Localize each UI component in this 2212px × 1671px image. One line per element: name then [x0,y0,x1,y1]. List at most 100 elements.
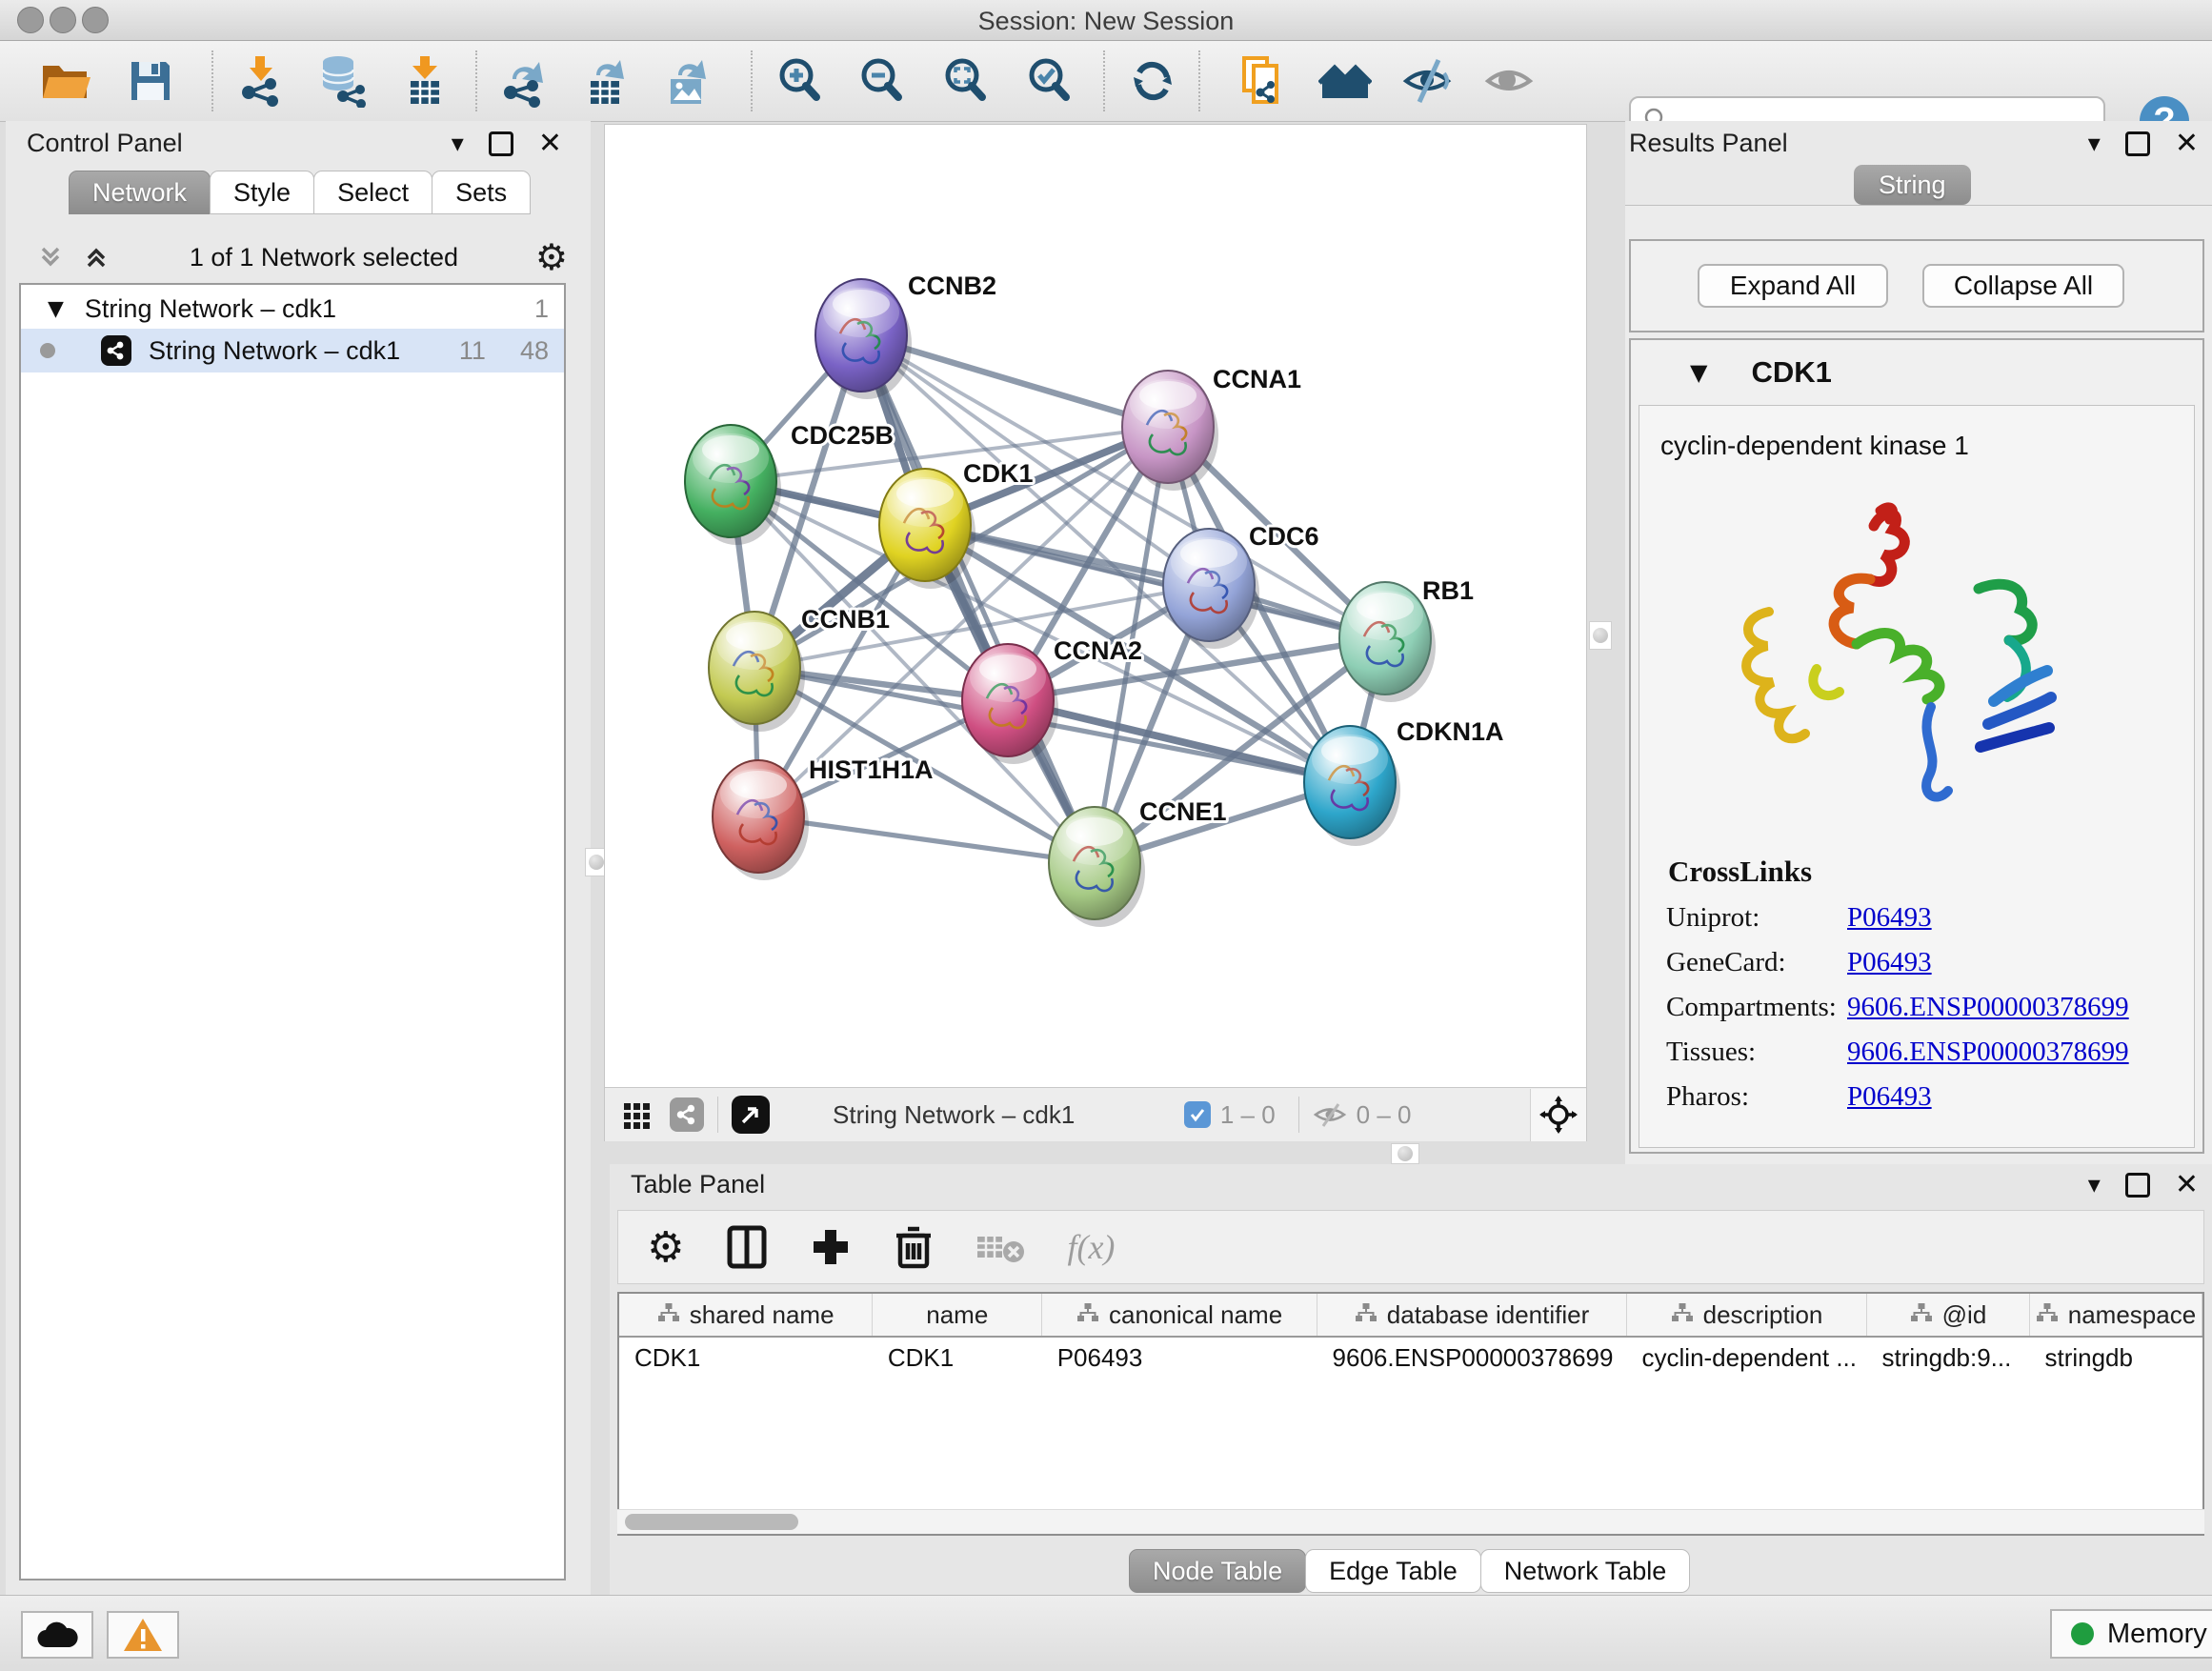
export-table-icon[interactable] [579,54,633,108]
import-network-file-icon[interactable] [234,54,288,108]
column-header-shared-name[interactable]: shared name [619,1294,873,1337]
zoom-out-icon[interactable] [855,54,909,108]
tab-select[interactable]: Select [313,171,432,214]
node-HIST1H1A[interactable]: HIST1H1A [713,755,934,880]
add-column-icon[interactable] [810,1226,852,1268]
column-header--id[interactable]: @id [1867,1294,2030,1337]
show-all-icon[interactable] [1482,54,1536,108]
panel-collapse-icon[interactable]: ▾ [452,130,464,158]
network-share-icon[interactable] [670,1097,704,1132]
tab-node-table[interactable]: Node Table [1129,1549,1306,1593]
collapse-all-button[interactable]: Collapse All [1922,264,2124,308]
table-cell[interactable]: stringdb:9... [1867,1337,2030,1378]
table-cell[interactable]: CDK1 [619,1337,873,1378]
birdseye-toggle[interactable] [1530,1089,1586,1141]
selected-checkbox-icon[interactable] [1184,1101,1211,1128]
network-canvas[interactable]: CCNB2CCNA1CDC25BCDK1CDC6RB1CCNB1CCNA2CDK… [605,125,1586,1087]
table-hscrollbar [617,1509,2204,1534]
table-hscrollbar-thumb[interactable] [625,1514,798,1530]
panel-close-icon[interactable]: ✕ [538,127,562,160]
right-splitter-handle[interactable] [1589,621,1612,650]
section-expander-icon[interactable]: ▼ [1690,359,1707,386]
table-cell[interactable]: P06493 [1042,1337,1317,1378]
tab-sets[interactable]: Sets [432,171,531,214]
tab-string[interactable]: String [1854,165,1971,205]
crosslink-link[interactable]: P06493 [1847,947,1932,978]
column-header-name[interactable]: name [873,1294,1042,1337]
import-table-icon[interactable] [398,54,452,108]
memory-button[interactable]: Memory [2050,1609,2212,1659]
warning-button[interactable] [107,1611,179,1659]
protein-name: CDK1 [1751,355,1831,390]
crosslink-link[interactable]: P06493 [1847,1081,1932,1113]
crosslink-link[interactable]: P06493 [1847,902,1932,934]
crosslink-link[interactable]: 9606.ENSP00000378699 [1847,1037,2129,1068]
panel-float-icon[interactable] [2125,1173,2150,1198]
network-row[interactable]: String Network – cdk1 11 48 [21,329,564,372]
select-first-neighbors-icon[interactable] [1318,54,1372,108]
zoom-selected-icon[interactable] [1023,54,1076,108]
open-in-new-icon[interactable] [732,1096,770,1134]
tree-expander-icon[interactable]: ▼ [48,297,64,321]
import-network-database-icon[interactable] [314,54,368,108]
panel-float-icon[interactable] [2125,131,2150,156]
save-session-icon[interactable] [124,54,177,108]
node-label-HIST1H1A: HIST1H1A [809,755,934,784]
column-header-canonical-name[interactable]: canonical name [1042,1294,1317,1337]
tab-style[interactable]: Style [210,171,314,214]
tab-network-table[interactable]: Network Table [1480,1549,1691,1593]
node-label-RB1: RB1 [1422,576,1474,605]
node-RB1[interactable]: RB1 [1339,576,1474,702]
control-panel-tabs: NetworkStyleSelectSets [69,171,530,214]
node-CCNB1[interactable]: CCNB1 [709,605,890,732]
network-view-title: String Network – cdk1 [833,1100,1075,1130]
node-CDKN1A[interactable]: CDKN1A [1304,717,1504,846]
panel-float-icon[interactable] [489,131,513,156]
network-collection-row[interactable]: ▼ String Network – cdk1 1 [21,285,564,329]
panel-close-icon[interactable]: ✕ [2175,1168,2199,1201]
table-cell[interactable]: cyclin-dependent ... [1627,1337,1867,1378]
column-header-namespace[interactable]: namespace [2029,1294,2202,1337]
column-header-description[interactable]: description [1627,1294,1867,1337]
string-app-icon [101,335,131,366]
network-options-gear-icon[interactable]: ⚙ [535,236,568,278]
protein-section-header[interactable]: ▼ CDK1 [1631,355,2202,390]
expand-all-chevron-icon[interactable] [80,241,112,273]
table-toolbar: ⚙ f(x) [617,1210,2204,1284]
table-cell[interactable]: 9606.ENSP00000378699 [1317,1337,1627,1378]
tab-edge-table[interactable]: Edge Table [1305,1549,1481,1593]
control-panel-title: Control Panel [27,129,183,158]
table-row[interactable]: CDK1CDK1P064939606.ENSP00000378699cyclin… [619,1337,2202,1378]
node-CCNB2[interactable]: CCNB2 [815,272,996,399]
panel-collapse-icon[interactable]: ▾ [2088,130,2101,158]
expand-all-button[interactable]: Expand All [1698,264,1888,308]
export-image-icon[interactable] [661,54,714,108]
export-network-icon[interactable] [497,54,551,108]
collapse-all-chevron-icon[interactable] [34,241,67,273]
clear-table-icon[interactable] [975,1231,1025,1263]
panel-close-icon[interactable]: ✕ [2175,127,2199,160]
column-type-icon [2036,1300,2059,1330]
node-CDK1[interactable]: CDK1 [879,459,1034,589]
show-columns-icon[interactable] [726,1224,768,1270]
bottom-splitter-handle[interactable] [1391,1143,1419,1164]
hide-selected-icon[interactable] [1400,54,1454,108]
open-session-icon[interactable] [38,54,91,108]
node-label-CCNA1: CCNA1 [1213,365,1301,393]
crosslink-link[interactable]: 9606.ENSP00000378699 [1847,992,2129,1023]
network-from-selection-icon[interactable] [1237,54,1290,108]
delete-column-icon[interactable] [894,1224,934,1270]
zoom-in-icon[interactable] [774,54,827,108]
column-header-database-identifier[interactable]: database identifier [1317,1294,1627,1337]
node-CCNE1[interactable]: CCNE1 [1049,797,1227,927]
tab-network[interactable]: Network [69,171,211,214]
table-cell[interactable]: stringdb [2029,1337,2202,1378]
grid-view-icon[interactable] [622,1099,653,1130]
table-cell[interactable]: CDK1 [873,1337,1042,1378]
node-label-CCNB2: CCNB2 [908,272,996,300]
panel-collapse-icon[interactable]: ▾ [2088,1171,2101,1199]
table-gear-icon[interactable]: ⚙ [647,1223,684,1272]
zoom-fit-icon[interactable] [939,54,993,108]
cloud-button[interactable] [21,1611,93,1659]
refresh-view-icon[interactable] [1126,54,1179,108]
